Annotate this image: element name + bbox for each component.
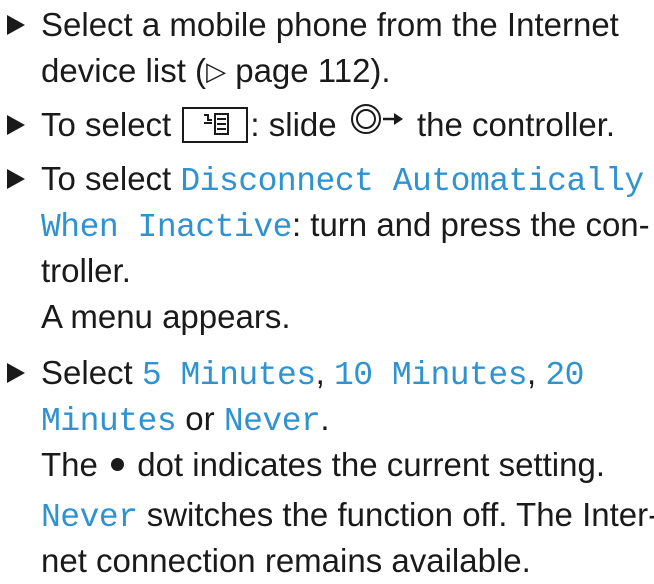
manual-page: Select a mobile phone from the Internet … (0, 0, 654, 579)
bullet-arrow-icon (7, 363, 25, 383)
step-line: To select Disconnect Automatically (0, 156, 654, 202)
step-select-duration: Select 5 Minutes, 10 Minutes, 20 Minutes… (0, 350, 654, 584)
option-never: Never (41, 499, 138, 536)
separator: , (527, 354, 546, 391)
step-result: A menu appears. (41, 298, 291, 335)
step-text: To select : slide the controller. (0, 104, 616, 144)
step-note: net connection remains available. (41, 542, 531, 579)
step-text: the controller. (407, 106, 616, 143)
step-line: device list (▷ page 112). (0, 48, 654, 94)
option-10-minutes: 10 Minutes (333, 357, 528, 394)
step-text: Select a mobile phone from the Internet (41, 6, 619, 43)
menu-item-disconnect-automatically: Disconnect Automatically (180, 163, 644, 200)
step-text: page 112). (226, 52, 391, 89)
step-text: or (176, 400, 224, 437)
option-20-minutes: 20 (545, 357, 584, 394)
bullet-arrow-icon (7, 115, 25, 135)
menu-item-when-inactive: When Inactive (41, 209, 292, 246)
step-text: The (41, 446, 108, 483)
step-line: Select a mobile phone from the Internet (0, 2, 654, 48)
menu-list-icon (182, 107, 249, 144)
step-text: To select (41, 106, 181, 143)
step-line: To select : slide the controller. (0, 102, 654, 148)
option-never: Never (223, 403, 321, 440)
step-line: Minutes or Never. (0, 396, 654, 442)
step-text: dot indicates the current setting. (128, 446, 605, 483)
step-disconnect-automatically: To select Disconnect Automatically When … (0, 156, 654, 340)
step-text: switches the function off. The Inter- (137, 496, 654, 533)
option-20-minutes: Minutes (41, 403, 177, 440)
step-text: To select Disconnect Automatically (0, 160, 644, 200)
step-text: Select 5 Minutes, 10 Minutes, 20 (0, 354, 584, 394)
step-select-icon: To select : slide the controller. (0, 102, 654, 148)
step-text: device list ( (41, 52, 207, 89)
separator: , (315, 354, 334, 391)
step-text: : slide (250, 106, 346, 143)
step-select-phone: Select a mobile phone from the Internet … (0, 2, 654, 94)
step-text: Select (41, 354, 142, 391)
current-setting-dot-icon (111, 457, 125, 471)
step-line: troller. (41, 252, 131, 289)
option-5-minutes: 5 Minutes (141, 357, 316, 394)
step-text: . (320, 400, 330, 437)
step-result: The dot indicates the current setting. (0, 442, 654, 488)
bullet-arrow-icon (7, 169, 25, 189)
step-text: To select (41, 160, 181, 197)
page-reference-icon: ▷ (206, 56, 227, 87)
controller-slide-right-icon (350, 101, 404, 147)
step-text: : turn and press the con- (291, 206, 650, 243)
step-line: When Inactive: turn and press the con- (0, 202, 654, 248)
bullet-arrow-icon (7, 15, 25, 35)
step-note: Never switches the function off. The Int… (0, 492, 654, 538)
step-line: Select 5 Minutes, 10 Minutes, 20 (0, 350, 654, 396)
